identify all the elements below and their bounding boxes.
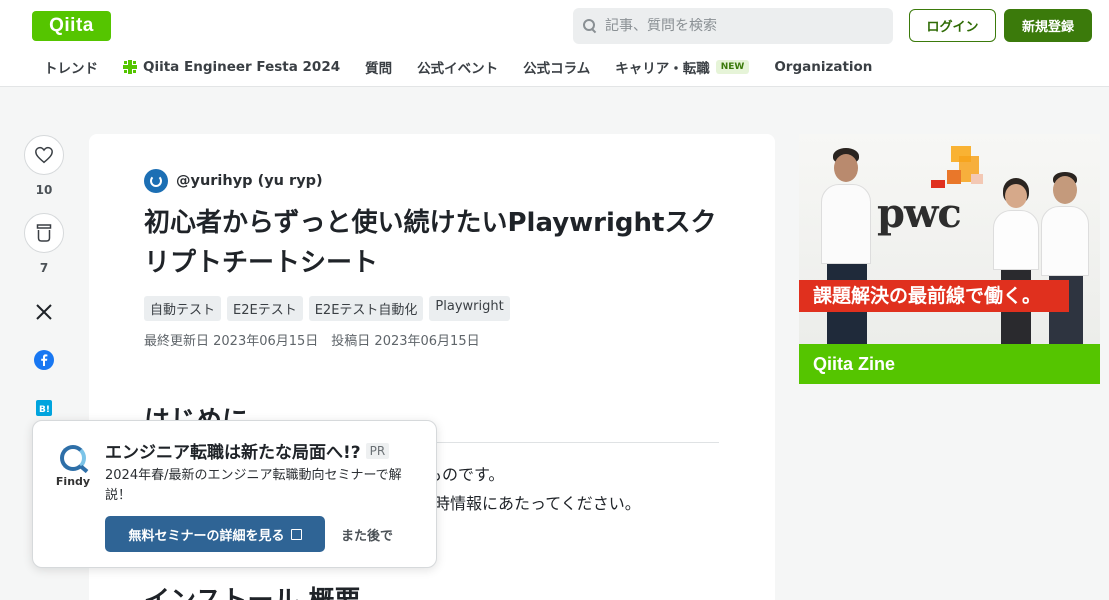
later-button[interactable]: また後で [341,525,393,544]
facebook-icon [34,350,54,370]
findy-icon [60,445,86,471]
cta-label: 無料セミナーの詳細を見る [128,528,285,544]
nav-festa[interactable]: Qiita Engineer Festa 2024 [123,59,340,75]
site-header: Qiita ログイン 新規登録 トレンド Qiita Engineer Fest… [0,0,1109,87]
qiita-logo[interactable]: Qiita [32,11,111,41]
tag[interactable]: E2Eテスト [227,296,303,321]
tag[interactable]: E2Eテスト自動化 [308,296,424,321]
share-x-button[interactable] [24,301,64,323]
x-icon [36,304,52,320]
nav-label: Organization [774,59,873,75]
article-title: 初心者からずっと使い続けたいPlaywrightスクリプトチートシート [144,208,717,278]
tag[interactable]: 自動テスト [144,296,222,321]
findy-brand: Findy [55,475,91,488]
stock-icon [36,224,52,242]
popup-description: 2024年春/最新のエンジニア転職動向セミナーで解説！ [105,468,402,503]
login-button[interactable]: ログイン [909,9,996,42]
nav-career[interactable]: キャリア・転職 NEW [615,57,750,77]
ad-banner-text: 課題解決の最前線で働く。 [799,280,1069,312]
search-icon [583,19,597,33]
nav-organization[interactable]: Organization [774,59,872,75]
new-badge: NEW [715,60,750,74]
sidebar-ad[interactable]: pwc 課題解決の最前線で働く。 Qiita Zine [799,134,1100,384]
section-heading: インストール 概要 [144,580,361,600]
person-image [817,148,877,344]
like-count: 10 [35,183,53,197]
nav-label: Qiita Engineer Festa 2024 [143,59,341,75]
stock-count: 7 [39,261,49,275]
ad-footer: Qiita Zine [799,344,1100,384]
stock-button[interactable] [24,213,64,253]
festa-icon [123,60,137,74]
seminar-details-button[interactable]: 無料セミナーの詳細を見る [105,516,325,552]
article-actions: 10 7 B! [24,135,64,419]
tag-list: 自動テスト E2Eテスト E2Eテスト自動化 Playwright [144,296,516,321]
search-input[interactable] [605,18,885,34]
external-link-icon [290,528,302,540]
svg-text:B!: B! [39,405,50,415]
signup-button[interactable]: 新規登録 [1004,9,1092,42]
share-facebook-button[interactable] [24,349,64,371]
nav-label: 公式コラム [523,61,591,77]
nav-label: 質問 [365,61,393,77]
article-dates: 最終更新日 2023年06月15日 投稿日 2023年06月15日 [144,334,480,349]
nav-label: トレンド [44,61,98,77]
findy-logo: Findy [55,445,91,488]
pwc-logo: pwc [877,190,962,237]
global-nav: トレンド Qiita Engineer Festa 2024 質問 公式イベント… [32,54,897,80]
nav-official-columns[interactable]: 公式コラム [523,57,590,77]
like-button[interactable] [24,135,64,175]
popup-title-text: エンジニア転職は新たな局面へ!? [105,443,361,463]
nav-label: 公式イベント [417,61,499,77]
tag[interactable]: Playwright [429,296,510,321]
nav-official-events[interactable]: 公式イベント [417,57,498,77]
nav-questions[interactable]: 質問 [365,57,392,77]
nav-label: キャリア・転職 [615,61,710,77]
search-box[interactable] [573,8,893,44]
nav-trend[interactable]: トレンド [44,57,98,77]
heart-icon [35,146,53,164]
author-name: @yurihyp (yu ryp) [176,173,323,189]
share-hatena-button[interactable]: B! [24,397,64,419]
ad-photo: pwc 課題解決の最前線で働く。 [799,134,1100,344]
popup-title: エンジニア転職は新たな局面へ!? PR [105,438,390,463]
findy-popup: Findy エンジニア転職は新たな局面へ!? PR 2024年春/最新のエンジニ… [32,420,437,568]
pr-badge: PR [365,442,390,459]
author[interactable]: @yurihyp (yu ryp) [144,169,323,193]
hatena-bookmark-icon: B! [36,400,52,416]
person-image [991,178,1041,344]
person-image [1037,172,1093,344]
avatar [144,169,168,193]
